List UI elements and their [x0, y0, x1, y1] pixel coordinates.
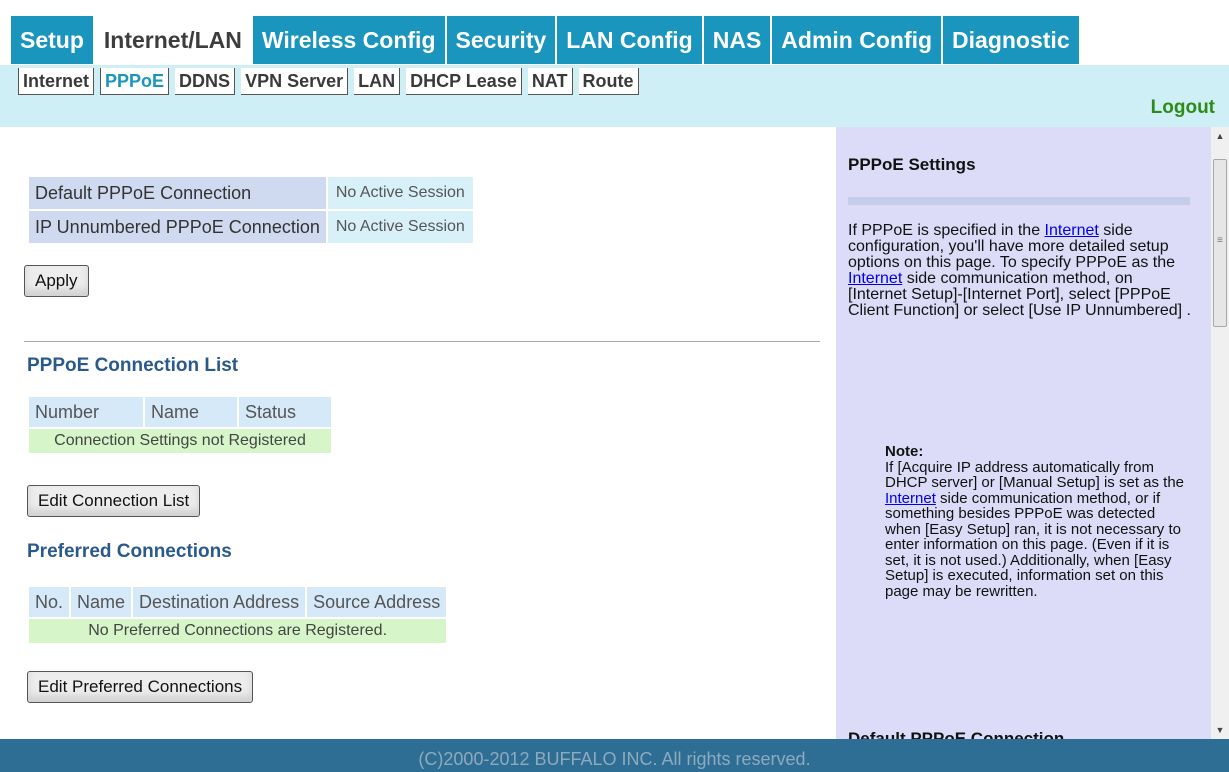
column-header: Status — [239, 397, 331, 427]
subtab-ddns[interactable]: DDNS — [175, 68, 236, 95]
subtab-dhcp-lease[interactable]: DHCP Lease — [406, 68, 522, 95]
copyright-text: (C)2000-2012 BUFFALO INC. All rights res… — [418, 749, 811, 769]
tab-setup[interactable]: Setup — [11, 16, 95, 64]
tab-security[interactable]: Security — [446, 16, 558, 64]
edit-connection-list-button[interactable]: Edit Connection List — [27, 485, 201, 517]
tab-wireless-config[interactable]: Wireless Config — [252, 16, 447, 64]
scroll-up-arrow-icon[interactable]: ▲ — [1211, 127, 1229, 145]
note-text-segment: side communication method, or if somethi… — [885, 489, 1181, 600]
subtab-pppoe[interactable]: PPPoE — [100, 68, 170, 95]
note-text-segment: If [Acquire IP address automatically fro… — [885, 458, 1185, 491]
sub-navigation: Internet PPPoE DDNS VPN Server LAN DHCP … — [0, 65, 1229, 127]
tab-admin-config[interactable]: Admin Config — [772, 16, 944, 64]
top-navigation: Setup Internet/LAN Wireless Config Secur… — [0, 0, 1229, 65]
empty-list-message: No Preferred Connections are Registered. — [29, 619, 447, 643]
empty-list-message: Connection Settings not Registered — [29, 429, 331, 453]
internet-link[interactable]: Internet — [885, 490, 936, 507]
internet-link[interactable]: Internet — [1045, 222, 1099, 239]
subtab-internet[interactable]: Internet — [18, 68, 95, 95]
grip-icon: ≡ — [1217, 235, 1223, 246]
logout-link[interactable]: Logout — [1151, 97, 1215, 119]
help-note: Note: If [Acquire IP address automatical… — [885, 444, 1185, 599]
column-header: Number — [29, 397, 143, 427]
help-subheading: Default PPPoE Connection — [848, 729, 1065, 739]
subtab-vpn-server[interactable]: VPN Server — [241, 68, 349, 95]
section-divider — [24, 341, 820, 342]
help-title: PPPoE Settings — [848, 155, 976, 174]
table-header-row: Number Name Status — [29, 397, 331, 427]
status-label: Default PPPoE Connection — [29, 177, 326, 209]
connection-list-table: Number Name Status Connection Settings n… — [27, 395, 333, 455]
scroll-down-arrow-icon[interactable]: ▼ — [1211, 721, 1229, 739]
sub-tabs: Internet PPPoE DDNS VPN Server LAN DHCP … — [18, 68, 645, 95]
connection-list-heading: PPPoE Connection List — [27, 355, 239, 376]
column-header: Destination Address — [133, 587, 306, 617]
edit-preferred-connections-button[interactable]: Edit Preferred Connections — [27, 671, 254, 703]
tab-internet-lan[interactable]: Internet/LAN — [94, 16, 253, 64]
footer: (C)2000-2012 BUFFALO INC. All rights res… — [0, 739, 1229, 772]
help-scrollbar[interactable]: ▲ ≡ ▼ — [1211, 127, 1229, 739]
status-value: No Active Session — [327, 211, 473, 243]
help-divider — [848, 197, 1190, 205]
column-header: Name — [71, 587, 132, 617]
preferred-connections-table: No. Name Destination Address Source Addr… — [27, 585, 448, 645]
column-header: No. — [29, 587, 70, 617]
connection-status-table: Default PPPoE Connection No Active Sessi… — [27, 175, 475, 245]
main-content: Default PPPoE Connection No Active Sessi… — [0, 127, 836, 739]
subtab-nat[interactable]: NAT — [527, 68, 573, 95]
preferred-connections-heading: Preferred Connections — [27, 541, 232, 562]
table-row: Connection Settings not Registered — [29, 429, 331, 453]
subtab-route[interactable]: Route — [578, 68, 639, 95]
status-value: No Active Session — [327, 177, 473, 209]
note-title: Note: — [885, 443, 924, 460]
top-tabs: Setup Internet/LAN Wireless Config Secur… — [11, 16, 1081, 64]
scrollbar-thumb[interactable]: ≡ — [1213, 159, 1227, 327]
table-row: No Preferred Connections are Registered. — [29, 619, 447, 643]
status-label: IP Unnumbered PPPoE Connection — [29, 211, 326, 243]
column-header: Source Address — [307, 587, 447, 617]
table-row: IP Unnumbered PPPoE Connection No Active… — [29, 211, 473, 243]
column-header: Name — [145, 397, 237, 427]
subtab-lan[interactable]: LAN — [354, 68, 401, 95]
help-panel: PPPoE Settings If PPPoE is specified in … — [836, 127, 1211, 739]
apply-button[interactable]: Apply — [24, 265, 89, 297]
tab-nas[interactable]: NAS — [703, 16, 773, 64]
help-paragraph: If PPPoE is specified in the Internet si… — [848, 223, 1193, 319]
internet-link[interactable]: Internet — [848, 270, 902, 287]
tab-diagnostic[interactable]: Diagnostic — [943, 16, 1081, 64]
table-row: Default PPPoE Connection No Active Sessi… — [29, 177, 473, 209]
help-text-segment: If PPPoE is specified in the — [848, 222, 1045, 239]
table-header-row: No. Name Destination Address Source Addr… — [29, 587, 447, 617]
tab-lan-config[interactable]: LAN Config — [557, 16, 704, 64]
